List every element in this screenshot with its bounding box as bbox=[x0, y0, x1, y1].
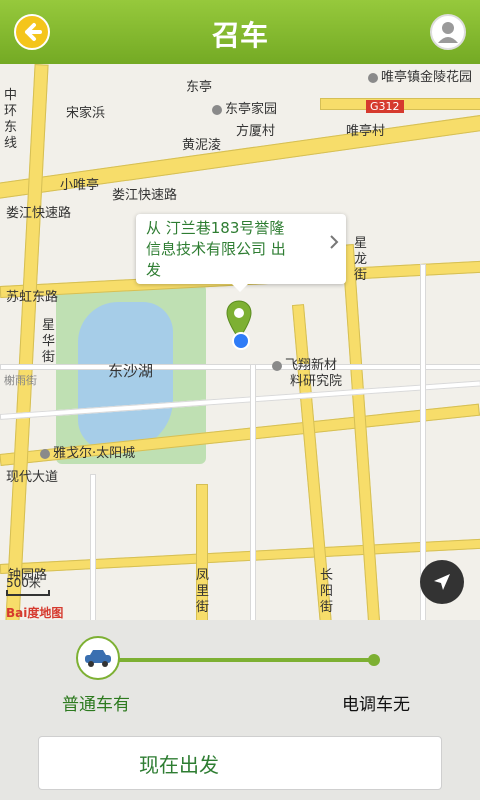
poi-icon bbox=[272, 360, 282, 371]
label-xiandai: 现代大道 bbox=[6, 470, 59, 485]
road-white-4 bbox=[250, 364, 256, 620]
label-dongting: 东亭 bbox=[186, 80, 213, 95]
car-icon bbox=[85, 650, 111, 667]
road-white-5 bbox=[90, 474, 96, 620]
label-dongshahu: 东沙湖 bbox=[108, 362, 154, 380]
locate-button[interactable] bbox=[420, 560, 464, 604]
label-weitingcun: 唯亭村 bbox=[346, 124, 386, 139]
label-feixiang-b: 料研究院 bbox=[290, 374, 343, 389]
label-zhonghuan-d: 线 bbox=[4, 136, 18, 151]
map-view[interactable]: 宋家浜 东亭 东亭家园 方厦村 黄泥淩 唯亭村 唯亭镇金陵花园 G312 小唯亭… bbox=[0, 64, 480, 620]
label-xinglong-c: 街 bbox=[354, 268, 368, 283]
label-suhong: 苏虹东路 bbox=[6, 290, 59, 305]
label-yageer: 雅戈尔·太阳城 bbox=[40, 442, 135, 461]
road-white-2 bbox=[0, 364, 480, 370]
label-fengli-c: 街 bbox=[196, 600, 210, 615]
app-header: 召车 bbox=[0, 0, 480, 64]
scale-label: 500米 bbox=[6, 576, 41, 590]
car-type-panel: 普通车有 电调车无 现在出发 bbox=[0, 620, 480, 800]
callout-line-1: 从 汀兰巷183号誉隆 bbox=[146, 219, 285, 237]
pickup-callout[interactable]: 从 汀兰巷183号誉隆 信息技术有限公司 出 发 bbox=[136, 214, 346, 292]
label-songjiabang: 宋家浜 bbox=[66, 106, 106, 121]
poi-icon bbox=[212, 104, 222, 115]
depart-now-button[interactable]: 现在出发 bbox=[38, 736, 442, 790]
map-logo: Bai度地图 bbox=[6, 606, 64, 620]
label-changyang-c: 街 bbox=[320, 600, 334, 615]
road-xinglong bbox=[341, 244, 381, 620]
label-fangxiacun: 方厦村 bbox=[236, 124, 276, 139]
label-xinghua-c: 街 bbox=[42, 350, 56, 365]
scale-bar bbox=[6, 590, 50, 596]
poi-icon bbox=[368, 72, 378, 83]
car-type-slider-track[interactable] bbox=[100, 658, 372, 662]
option-dispatch-car[interactable]: 电调车无 bbox=[342, 690, 410, 715]
option-normal-car[interactable]: 普通车有 bbox=[62, 690, 130, 715]
callout-line-3: 发 bbox=[146, 261, 162, 279]
label-huayuan: 东亭家园 bbox=[212, 98, 277, 117]
label-xiyu: 榭雨街 bbox=[4, 374, 37, 387]
road-zhongyuan bbox=[0, 538, 480, 574]
chevron-right-icon bbox=[330, 235, 339, 249]
label-loujiang-2: 娄江快速路 bbox=[112, 188, 178, 203]
label-xiaoweiting: 小唯亭 bbox=[60, 178, 100, 193]
navigation-arrow-icon bbox=[434, 574, 450, 590]
current-location-dot bbox=[232, 332, 250, 350]
user-icon bbox=[438, 22, 458, 43]
label-huangniluo: 黄泥淩 bbox=[182, 138, 222, 153]
page-title: 召车 bbox=[211, 19, 268, 52]
slider-end-dot[interactable] bbox=[368, 654, 380, 666]
label-loujiang-1: 娄江快速路 bbox=[6, 206, 72, 221]
profile-button[interactable] bbox=[430, 14, 466, 50]
poi-icon bbox=[40, 448, 50, 459]
slider-knob[interactable] bbox=[76, 636, 120, 680]
label-weiting-hotel: 唯亭镇金陵花园 bbox=[368, 66, 472, 85]
callout-line-2: 信息技术有限公司 出 bbox=[146, 240, 286, 258]
label-g312: G312 bbox=[366, 100, 404, 113]
